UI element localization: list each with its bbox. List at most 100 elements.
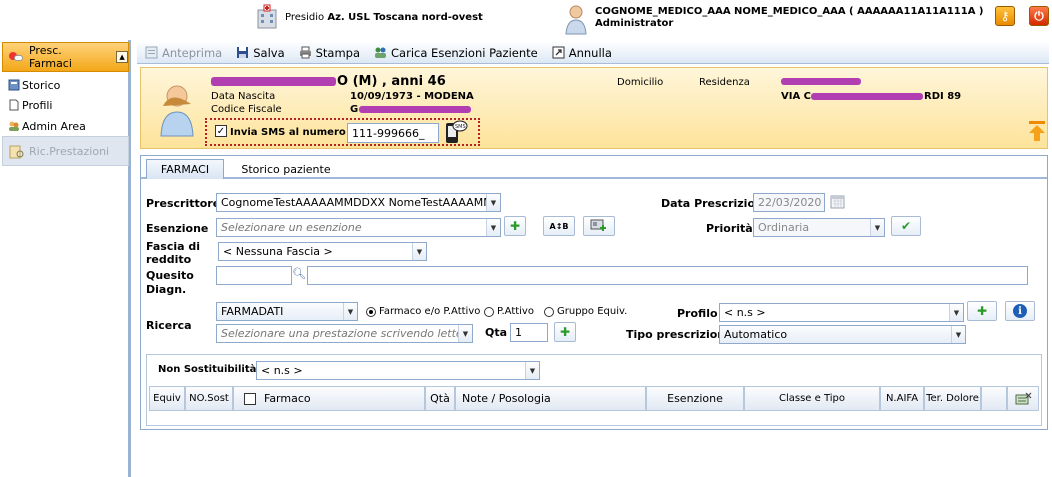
delete-rows-icon[interactable] xyxy=(1014,392,1032,406)
prescrittore-select[interactable]: CognomeTestAAAAAMMDDXX NomeTestAAAAMM ▼ xyxy=(216,193,501,212)
prestazione-search-select[interactable]: Selezionare una prestazione scrivendo le… xyxy=(216,324,473,343)
radio-gruppo-equiv[interactable]: Gruppo Equiv. xyxy=(544,306,627,317)
prestazione-placeholder: Selezionare una prestazione scrivendo le… xyxy=(221,327,473,340)
carica-label: Carica Esenzioni Paziente xyxy=(391,45,538,60)
domicilio-label: Domicilio xyxy=(617,77,664,88)
ric-prestazioni-label: Ric.Prestazioni xyxy=(29,144,110,158)
scroll-top-icon[interactable] xyxy=(1028,120,1046,142)
data-prescrizioni-input[interactable]: 22/03/2020 xyxy=(753,193,825,212)
column-spacer xyxy=(981,386,1007,411)
users-load-icon xyxy=(375,47,387,58)
priorita-select[interactable]: Ordinaria ▼ xyxy=(753,218,885,237)
power-icon[interactable]: ⏻ xyxy=(1029,6,1049,26)
sort-az-icon: A↕B xyxy=(549,221,569,231)
sidebar-item-storico[interactable]: Storico xyxy=(8,76,60,94)
confirm-priorita-button[interactable]: ✔ xyxy=(891,216,921,236)
column-farmaco-label: Farmaco xyxy=(264,392,311,405)
redaction-cf xyxy=(359,106,471,113)
redaction-name xyxy=(211,77,336,86)
radio-pattivo[interactable]: P.Attivo xyxy=(484,306,534,317)
plus-icon: ✚ xyxy=(509,219,521,233)
sidebar-item-label: Profili xyxy=(22,98,53,112)
chevron-down-icon: ▼ xyxy=(870,219,884,236)
sidebar: Presc. Farmaci ▲ Storico Profili Admin A… xyxy=(0,40,131,477)
add-profilo-button[interactable]: ✚ xyxy=(967,301,997,321)
anteprima-button[interactable]: Anteprima xyxy=(145,46,222,60)
sms-section: ✓ Invia SMS al numero 111-999666_ SMS xyxy=(205,118,480,146)
stampa-button[interactable]: Stampa xyxy=(299,46,360,60)
sidebar-item-profili[interactable]: Profili xyxy=(9,96,53,114)
add-card-button[interactable] xyxy=(583,216,615,236)
tab-strip: FARMACI Storico paziente xyxy=(141,156,1047,179)
ricerca-source-select[interactable]: FARMADATI ▼ xyxy=(216,302,358,321)
column-no-sost[interactable]: NO.Sost xyxy=(185,386,233,411)
sidebar-item-admin-area[interactable]: Admin Area xyxy=(9,117,86,135)
column-n-aifa[interactable]: N.AIFA xyxy=(880,386,924,411)
fascia-value: < Nessuna Fascia > xyxy=(223,245,333,258)
chevron-down-icon: ▼ xyxy=(343,303,357,320)
radio-dot xyxy=(484,306,494,317)
non-sostituibilita-label: Non Sostituibilità: xyxy=(158,364,261,375)
redaction-residenza-2 xyxy=(811,93,923,100)
column-actions[interactable] xyxy=(1007,386,1039,411)
toolbar: Anteprima Salva Stampa Carica Esenzioni … xyxy=(137,42,1049,64)
radio-dot-selected xyxy=(366,306,376,317)
column-equiv[interactable]: Equiv xyxy=(149,386,185,411)
hospital-icon xyxy=(257,4,277,29)
sort-az-button[interactable]: A↕B xyxy=(543,216,575,236)
info-button[interactable]: i xyxy=(1005,301,1035,321)
priorita-label: Priorità xyxy=(706,222,753,235)
column-ter-dolore[interactable]: Ter. Dolore xyxy=(924,386,981,411)
presidio-name: Az. USL Toscana nord-ovest xyxy=(327,12,483,23)
annulla-button[interactable]: Annulla xyxy=(552,46,612,60)
profilo-select[interactable]: < n.s > ▼ xyxy=(719,303,964,322)
plus-icon: ✚ xyxy=(976,304,988,318)
sms-checkbox[interactable]: ✓ xyxy=(215,125,227,137)
collapse-icon[interactable]: ▲ xyxy=(116,51,128,63)
sidebar-item-ric-prestazioni[interactable]: Ric.Prestazioni xyxy=(2,136,129,166)
patient-avatar-icon xyxy=(160,85,194,137)
carica-esenzioni-button[interactable]: Carica Esenzioni Paziente xyxy=(374,46,538,60)
tab-farmaci[interactable]: FARMACI xyxy=(146,159,224,179)
qta-input[interactable]: 1 xyxy=(510,323,548,342)
non-sostituibilita-select[interactable]: < n.s > ▼ xyxy=(256,361,540,380)
quesito-text-input[interactable] xyxy=(307,266,1028,285)
column-classe-tipo[interactable]: Classe e Tipo xyxy=(744,386,880,411)
tipo-prescrizione-select[interactable]: Automatico ▼ xyxy=(719,325,966,344)
card-add-icon xyxy=(590,219,606,231)
quesito-code-input[interactable] xyxy=(216,266,292,285)
check-icon: ✔ xyxy=(900,219,912,233)
residenza-value-start: VIA C xyxy=(781,91,812,102)
esenzione-placeholder: Selezionare un esenzione xyxy=(221,221,362,234)
esenzione-select[interactable]: Selezionare un esenzione ▼ xyxy=(216,218,501,237)
data-prescrizioni-label: Data Prescrizioni xyxy=(661,197,767,210)
sms-number-input[interactable]: 111-999666_ xyxy=(347,123,439,143)
sms-phone-icon[interactable]: SMS xyxy=(444,119,468,145)
anteprima-label: Anteprima xyxy=(162,45,223,60)
sidebar-section-title: Presc. Farmaci xyxy=(28,44,72,70)
select-all-checkbox[interactable] xyxy=(244,392,256,405)
users-icon xyxy=(9,121,19,131)
chevron-down-icon: ▼ xyxy=(486,219,500,236)
radio-farmaco-pattivo[interactable]: Farmaco e/o P.Attivo xyxy=(366,306,480,317)
pills-icon xyxy=(9,52,23,62)
column-farmaco[interactable]: Farmaco xyxy=(233,386,425,411)
radio-label: Farmaco e/o P.Attivo xyxy=(379,306,481,317)
add-esenzione-button[interactable]: ✚ xyxy=(504,216,526,236)
save-icon xyxy=(237,47,249,58)
key-icon[interactable]: ⚷ xyxy=(995,6,1015,26)
fascia-select[interactable]: < Nessuna Fascia > ▼ xyxy=(218,242,427,261)
tab-storico-paziente[interactable]: Storico paziente xyxy=(231,159,341,179)
calendar-icon[interactable] xyxy=(830,195,845,209)
search-icon[interactable]: 🔍︎ xyxy=(292,267,306,280)
column-qta[interactable]: Qtà xyxy=(425,386,455,411)
tipo-prescrizione-value: Automatico xyxy=(724,328,788,341)
add-prestazione-button[interactable]: ✚ xyxy=(554,322,576,342)
salva-button[interactable]: Salva xyxy=(236,46,285,60)
plus-icon: ✚ xyxy=(559,325,571,339)
radio-label: Gruppo Equiv. xyxy=(557,306,628,317)
sidebar-section-presc-farmaci[interactable]: Presc. Farmaci ▲ xyxy=(2,42,129,72)
profilo-value: < n.s > xyxy=(724,306,766,319)
column-note-posologia[interactable]: Note / Posologia xyxy=(455,386,646,411)
column-esenzione[interactable]: Esenzione xyxy=(646,386,744,411)
